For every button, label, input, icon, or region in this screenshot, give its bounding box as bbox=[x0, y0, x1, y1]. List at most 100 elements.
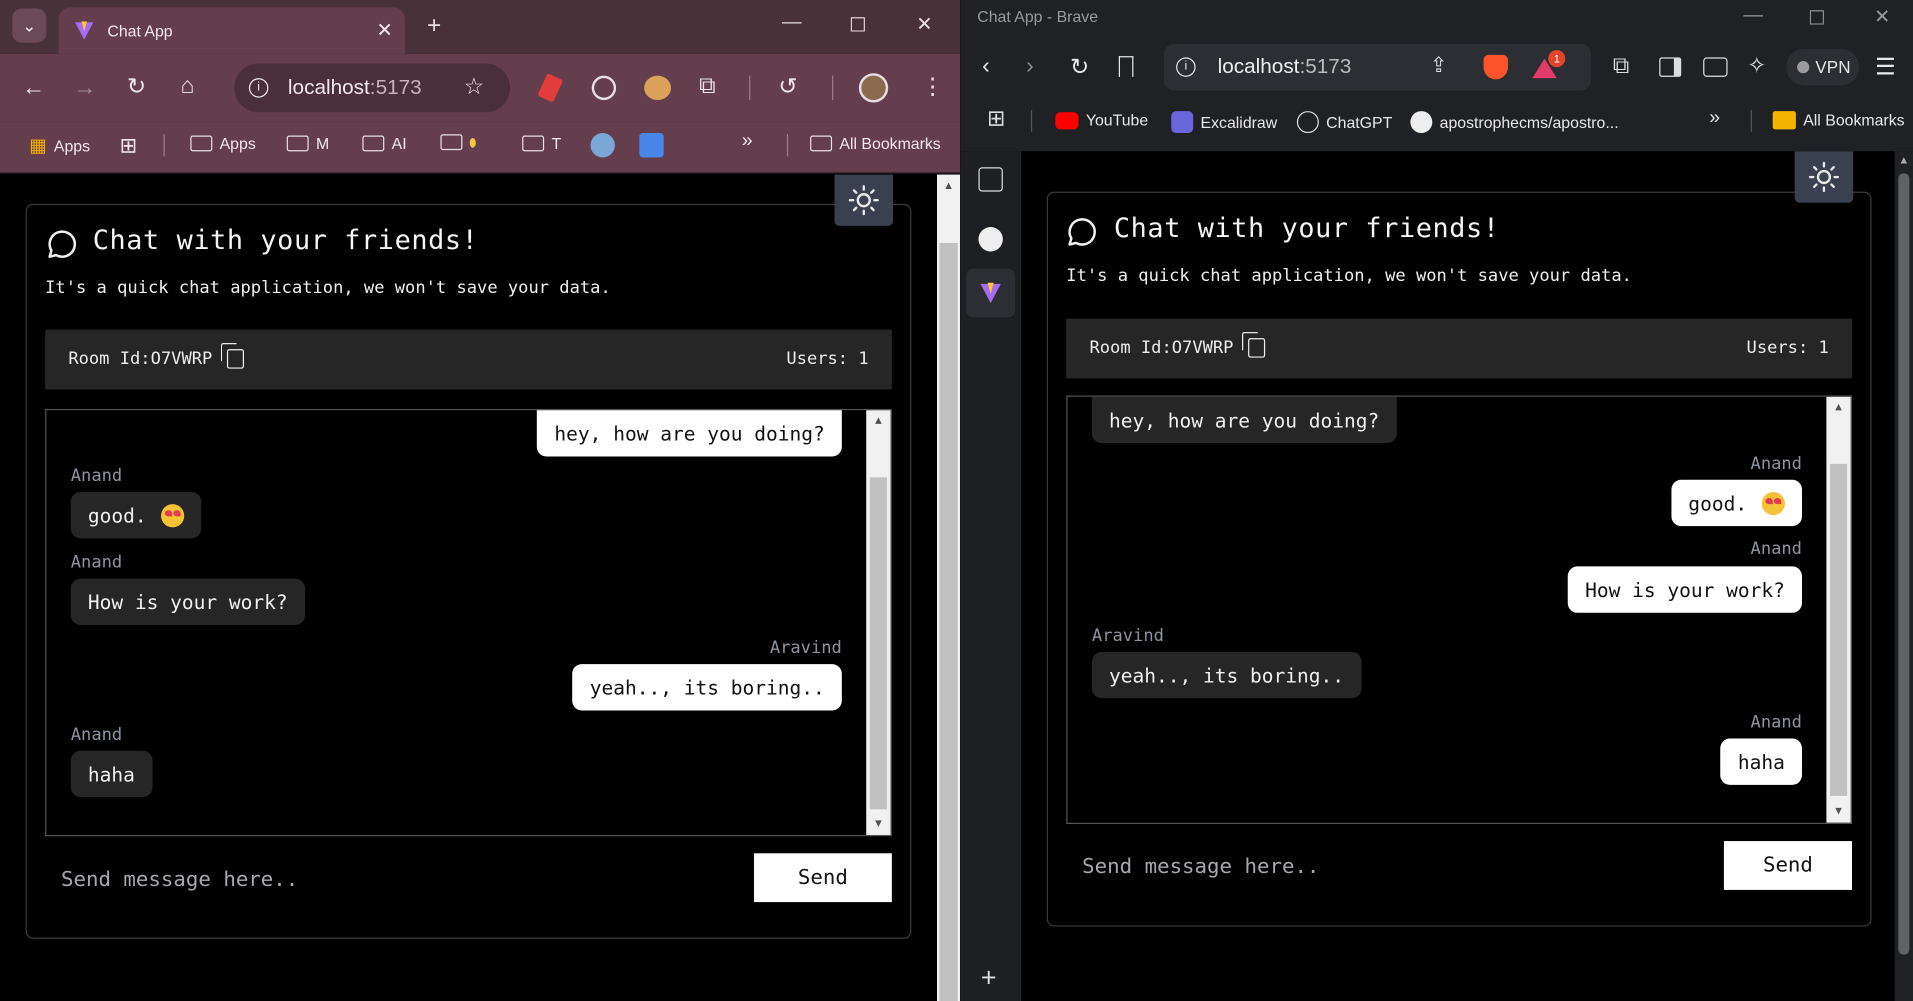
scroll-up-icon[interactable]: ▲ bbox=[1895, 154, 1913, 166]
message-input[interactable] bbox=[61, 865, 696, 895]
folder-icon bbox=[286, 135, 309, 152]
home-icon[interactable]: ⌂ bbox=[181, 73, 195, 100]
profile-avatar[interactable] bbox=[858, 73, 889, 103]
message-username: Anand bbox=[1750, 539, 1802, 560]
wallet-icon[interactable] bbox=[1703, 57, 1728, 77]
scroll-up-icon[interactable]: ▲ bbox=[1826, 402, 1850, 414]
tab-title: Chat App bbox=[107, 21, 173, 41]
minimize-icon[interactable]: — bbox=[782, 12, 802, 34]
chatgpt-icon bbox=[1296, 111, 1319, 134]
history-icon[interactable]: ↺ bbox=[778, 73, 797, 101]
bookmark-github[interactable]: apostrophecms/apostro... bbox=[1410, 111, 1619, 134]
bookmark-apps-grid[interactable]: ▦ Apps bbox=[29, 134, 90, 157]
bookmark-folder-t[interactable]: T bbox=[522, 134, 561, 153]
bookmark-folder-bulb[interactable] bbox=[440, 134, 476, 151]
scroll-down-icon[interactable]: ▼ bbox=[1826, 806, 1850, 818]
site-info-icon[interactable]: i bbox=[1176, 57, 1196, 77]
page-title: Chat with your friends! bbox=[1113, 213, 1500, 245]
close-window-icon[interactable]: ✕ bbox=[916, 12, 932, 36]
all-bookmarks[interactable]: All Bookmarks bbox=[810, 134, 941, 153]
forward-icon[interactable]: › bbox=[1026, 54, 1034, 81]
tab-groups-icon[interactable]: ⊞ bbox=[120, 134, 137, 158]
sidebar-vite-app[interactable] bbox=[966, 268, 1016, 318]
sidebar-add-icon[interactable]: + bbox=[981, 962, 997, 994]
bookmark-translate-icon[interactable] bbox=[639, 133, 664, 158]
site-info-icon[interactable]: i bbox=[248, 78, 269, 98]
share-icon[interactable]: ⇪ bbox=[1430, 54, 1447, 78]
message-username: Anand bbox=[70, 552, 123, 573]
message-bubble: good. bbox=[70, 491, 202, 539]
bookmarks-more-icon[interactable]: » bbox=[1709, 107, 1720, 129]
new-tab-icon[interactable]: + bbox=[427, 12, 441, 40]
menu-icon[interactable]: ☰ bbox=[1875, 54, 1896, 82]
minimize-icon[interactable]: — bbox=[1743, 5, 1763, 27]
scrollbar-thumb[interactable] bbox=[1830, 463, 1848, 796]
tab-close-icon[interactable]: ✕ bbox=[376, 18, 392, 42]
leo-ai-icon[interactable]: ✧ bbox=[1747, 52, 1766, 80]
brave-window: Chat App - Brave — ☐ ✕ ‹ › ↻ i localhost… bbox=[960, 0, 1913, 1001]
extension-target-icon[interactable] bbox=[591, 75, 617, 101]
scroll-up-icon[interactable]: ▲ bbox=[866, 415, 890, 427]
scroll-down-icon[interactable]: ▼ bbox=[866, 818, 890, 830]
bookmark-star-icon[interactable]: ☆ bbox=[464, 73, 485, 101]
reload-icon[interactable]: ↻ bbox=[1070, 54, 1089, 82]
sidebar-toggle-icon[interactable] bbox=[1659, 57, 1682, 77]
message-scrollbar[interactable]: ▲ ▼ bbox=[1826, 396, 1851, 823]
bookmarks-more-icon[interactable]: » bbox=[742, 131, 753, 153]
bookmark-chatgpt[interactable]: ChatGPT bbox=[1296, 111, 1392, 134]
extensions-icon[interactable]: ⧉ bbox=[699, 73, 716, 100]
address-bar[interactable]: i localhost:5173 ⇪ 1 bbox=[1163, 43, 1591, 91]
bookmark-folder-m[interactable]: M bbox=[286, 134, 329, 153]
youtube-icon bbox=[1055, 111, 1079, 129]
forward-icon[interactable]: → bbox=[73, 76, 96, 103]
message-scrollbar[interactable]: ▲ ▼ bbox=[866, 410, 891, 835]
extension-avatar-icon[interactable] bbox=[644, 75, 672, 101]
tab-search-button[interactable]: ⌄ bbox=[12, 8, 47, 43]
bookmark-folder-ai[interactable]: AI bbox=[362, 134, 407, 153]
room-id: O7VWRP bbox=[1171, 338, 1234, 358]
sidebar-panel-icon[interactable] bbox=[978, 167, 1003, 192]
back-icon[interactable]: ← bbox=[22, 76, 45, 103]
page-viewport: Chat with your friends! It's a quick cha… bbox=[1021, 151, 1895, 1001]
scrollbar-thumb[interactable] bbox=[869, 477, 887, 810]
copy-icon[interactable] bbox=[220, 343, 245, 369]
bookmark-excalidraw[interactable]: Excalidraw bbox=[1171, 111, 1277, 134]
theme-toggle-button[interactable] bbox=[834, 174, 894, 226]
close-window-icon[interactable]: ✕ bbox=[1874, 5, 1890, 29]
message-input[interactable] bbox=[1082, 852, 1693, 882]
bookmark-folder-apps[interactable]: Apps bbox=[190, 134, 256, 153]
all-bookmarks[interactable]: All Bookmarks bbox=[1772, 111, 1905, 130]
maximize-icon[interactable]: ☐ bbox=[849, 13, 866, 37]
page-scrollbar[interactable]: ▲ bbox=[1894, 151, 1913, 1001]
chat-bubble-icon bbox=[1068, 218, 1096, 246]
maximize-icon[interactable]: ☐ bbox=[1808, 6, 1825, 30]
theme-toggle-button[interactable] bbox=[1794, 151, 1854, 203]
send-button[interactable]: Send bbox=[753, 853, 892, 903]
bookmark-youtube[interactable]: YouTube bbox=[1055, 111, 1148, 129]
page-scrollbar[interactable]: ▲ bbox=[936, 174, 961, 1001]
vpn-button[interactable]: VPN bbox=[1786, 48, 1860, 86]
menu-icon[interactable]: ⋮ bbox=[921, 73, 944, 101]
scrollbar-thumb[interactable] bbox=[1898, 173, 1910, 955]
scroll-up-icon[interactable]: ▲ bbox=[937, 179, 960, 191]
send-button[interactable]: Send bbox=[1723, 841, 1853, 890]
bookmark-icon[interactable] bbox=[1118, 56, 1134, 77]
page-subtitle: It's a quick chat application, we won't … bbox=[45, 278, 611, 298]
copy-icon[interactable] bbox=[1242, 332, 1266, 358]
message-list[interactable]: hey, how are you doing? Anand good. Anan… bbox=[1066, 395, 1853, 824]
vpn-status-icon bbox=[1797, 61, 1810, 74]
reload-icon[interactable]: ↻ bbox=[127, 73, 146, 101]
message-username: Aravind bbox=[1091, 626, 1164, 646]
scrollbar-thumb[interactable] bbox=[939, 242, 958, 1001]
folder-icon bbox=[440, 134, 463, 151]
extensions-icon[interactable]: ⧉ bbox=[1613, 54, 1630, 81]
tab-groups-icon[interactable]: ⊞ bbox=[987, 106, 1005, 132]
message-bubble: good. bbox=[1671, 479, 1802, 527]
brave-shields-icon[interactable] bbox=[1483, 54, 1508, 80]
github-icon[interactable] bbox=[978, 227, 1003, 252]
tab-chat-app[interactable]: Chat App ✕ bbox=[58, 7, 406, 54]
folder-icon bbox=[522, 135, 545, 152]
bookmark-avatar-icon[interactable] bbox=[590, 133, 615, 158]
message-list[interactable]: hey, how are you doing? Anand good. Anan… bbox=[45, 408, 892, 837]
back-icon[interactable]: ‹ bbox=[982, 54, 990, 81]
